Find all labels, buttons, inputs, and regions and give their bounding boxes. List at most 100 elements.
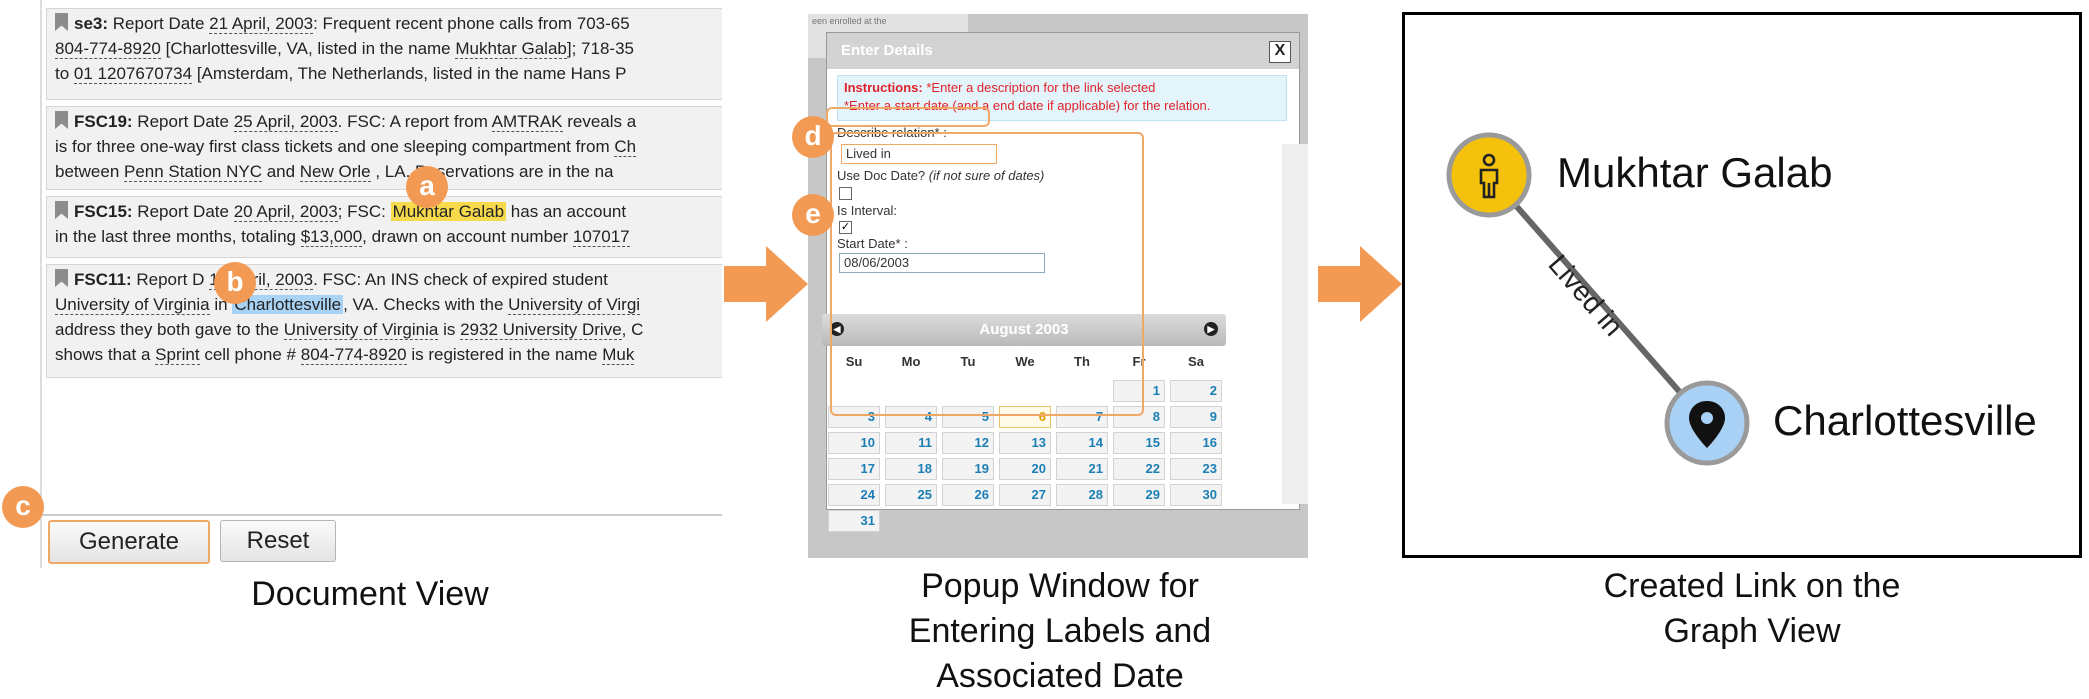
calendar-day[interactable]: 22 <box>1113 458 1165 480</box>
entity-link[interactable]: AMTRAK <box>491 112 563 132</box>
text-segment: Report Date <box>108 14 210 33</box>
entity-link[interactable]: 25 April, 2003 <box>233 112 338 132</box>
text-segment: Report D <box>131 270 210 289</box>
generate-button[interactable]: Generate <box>48 520 210 564</box>
entity-link[interactable]: New Orle <box>299 162 371 182</box>
entity-link[interactable]: Mukhtar Galab <box>455 39 567 59</box>
weekday-header: Sa <box>1188 354 1204 369</box>
calendar-day[interactable]: 23 <box>1170 458 1222 480</box>
document-view-panel: se3: Report Date 21 April, 2003: Frequen… <box>40 0 722 568</box>
calendar-day[interactable]: 26 <box>942 484 994 506</box>
document-line: address they both gave to the University… <box>55 317 722 342</box>
arrow-right-icon <box>1318 246 1402 322</box>
calendar-day[interactable]: 29 <box>1113 484 1165 506</box>
entity-link[interactable]: University of Virginia <box>283 320 439 340</box>
caption-graph-line-1: Created Link on the <box>1603 567 1901 605</box>
bookmark-icon[interactable] <box>55 269 68 287</box>
calendar-day[interactable]: 9 <box>1170 406 1222 428</box>
text-segment: in the last three months, totaling <box>55 227 301 246</box>
instructions-label: Instructions: <box>844 80 923 95</box>
highlighted-entity[interactable]: Mukhtar Galab <box>390 202 507 221</box>
calendar-day[interactable]: 31 <box>828 510 880 532</box>
marker-e: e <box>792 194 834 236</box>
entity-link[interactable]: 2932 University Drive <box>460 320 622 340</box>
text-segment: has an account <box>506 202 627 221</box>
entity-link[interactable]: $13,000 <box>300 227 363 247</box>
calendar-day[interactable]: 12 <box>942 432 994 454</box>
text-segment: . FSC: A report from <box>337 112 492 131</box>
entity-link[interactable]: 804-774-8920 <box>300 345 407 365</box>
caption-popup-window: Popup Window for Entering Labels and Ass… <box>840 564 1280 699</box>
bookmark-icon[interactable] <box>55 111 68 129</box>
text-segment: and <box>261 162 300 181</box>
calendar-day[interactable]: 19 <box>942 458 994 480</box>
dialog-title: Enter Details <box>841 42 933 59</box>
document-card[interactable]: FSC15: Report Date 20 April, 2003; FSC: … <box>46 196 722 258</box>
document-line: FSC11: Report D 18 April, 2003. FSC: An … <box>55 267 722 292</box>
text-segment: Report Date <box>132 112 234 131</box>
calendar-day[interactable]: 13 <box>999 432 1051 454</box>
text-segment: [Amsterdam, The Netherlands, listed in t… <box>192 64 627 83</box>
calendar-day[interactable]: 20 <box>999 458 1051 480</box>
entity-link[interactable]: 21 April, 2003 <box>209 14 314 34</box>
entity-link[interactable]: Sprint <box>155 345 200 365</box>
text-segment: to <box>55 64 74 83</box>
entity-link[interactable]: Ch <box>614 137 637 157</box>
calendar-day[interactable]: 18 <box>885 458 937 480</box>
entity-link[interactable]: Penn Station NYC <box>124 162 262 182</box>
text-segment: : Frequent recent phone calls from 703-6… <box>313 14 630 33</box>
text-segment: address they both gave to the <box>55 320 284 339</box>
document-card[interactable]: FSC11: Report D 18 April, 2003. FSC: An … <box>46 264 722 378</box>
text-segment: se3: <box>74 14 109 33</box>
calendar-day[interactable]: 17 <box>828 458 880 480</box>
calendar-day[interactable]: 2 <box>1170 380 1222 402</box>
text-segment: . FSC: An INS check of expired student <box>313 270 608 289</box>
horizontal-scrollbar[interactable] <box>42 514 722 516</box>
calendar-day[interactable]: 25 <box>885 484 937 506</box>
caption-graph-view: Created Link on the Graph View <box>1532 564 1972 654</box>
calendar-day[interactable]: 10 <box>828 432 880 454</box>
calendar-day[interactable]: 14 <box>1056 432 1108 454</box>
node-mukhtar-galab[interactable] <box>1446 132 1532 218</box>
document-line: between Penn Station NYC and New Orle , … <box>55 159 722 184</box>
entity-link[interactable]: 107017 <box>572 227 630 247</box>
document-line: FSC15: Report Date 20 April, 2003; FSC: … <box>55 199 722 224</box>
bookmark-icon[interactable] <box>55 201 68 219</box>
entity-link[interactable]: 20 April, 2003 <box>233 202 338 222</box>
reset-button[interactable]: Reset <box>220 520 336 562</box>
calendar-day[interactable]: 16 <box>1170 432 1222 454</box>
graph-canvas: Lived in Mukhtar Galab Charlottesville <box>1446 132 2037 466</box>
calendar-day[interactable]: 27 <box>999 484 1051 506</box>
edge-label: Lived in <box>1542 249 1629 342</box>
document-card[interactable]: se3: Report Date 21 April, 2003: Frequen… <box>46 8 722 100</box>
document-line: shows that a Sprint cell phone # 804-774… <box>55 342 722 367</box>
marker-a: a <box>406 166 448 208</box>
person-node-circle[interactable] <box>1446 132 1532 218</box>
node-charlottesville[interactable] <box>1664 380 1750 466</box>
text-segment: between <box>55 162 124 181</box>
calendar-day[interactable]: 11 <box>885 432 937 454</box>
next-month-icon[interactable]: ▶ <box>1204 322 1218 336</box>
document-line: se3: Report Date 21 April, 2003: Frequen… <box>55 11 722 36</box>
text-segment: [Charlottesville, VA, listed in the name <box>160 39 456 58</box>
scrollbar-track[interactable] <box>1282 144 1308 504</box>
entity-link[interactable]: University of Virgi <box>508 295 641 315</box>
marker-c: c <box>2 486 44 528</box>
calendar-day[interactable]: 24 <box>828 484 880 506</box>
calendar-day[interactable]: 21 <box>1056 458 1108 480</box>
entity-link[interactable]: University of Virginia <box>55 295 210 315</box>
text-segment: cell phone # <box>199 345 301 364</box>
entity-link[interactable]: 804-774-8920 <box>55 39 161 59</box>
entity-link[interactable]: 01 1207670734 <box>73 64 193 84</box>
document-line: to 01 1207670734 [Amsterdam, The Netherl… <box>55 61 722 86</box>
caption-popup-line-1: Popup Window for <box>921 567 1199 605</box>
calendar-day[interactable]: 28 <box>1056 484 1108 506</box>
calendar-day[interactable]: 15 <box>1113 432 1165 454</box>
node-label-place: Charlottesville <box>1773 397 2037 444</box>
bookmark-icon[interactable] <box>55 13 68 31</box>
document-card[interactable]: FSC19: Report Date 25 April, 2003. FSC: … <box>46 106 722 190</box>
calendar-day[interactable]: 30 <box>1170 484 1222 506</box>
entity-link[interactable]: Muk <box>602 345 635 365</box>
close-button[interactable]: X <box>1269 41 1291 63</box>
document-line: is for three one-way first class tickets… <box>55 134 722 159</box>
